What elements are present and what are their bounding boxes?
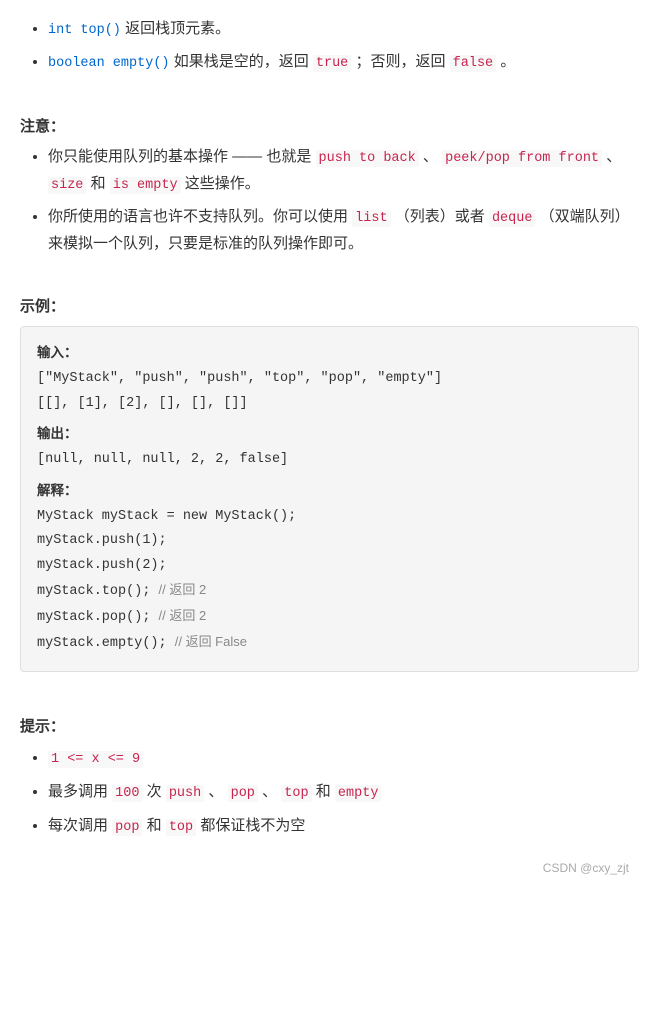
watermark: CSDN @cxy_zjt [20, 861, 639, 875]
hint-3-text1: 每次调用 [48, 817, 112, 834]
top-bullet-1-text: 返回栈顶元素。 [125, 20, 230, 37]
explain-line-1: MyStack myStack = new MyStack(); [37, 505, 622, 529]
deque-code: deque [489, 210, 536, 227]
note-item-2: 你所使用的语言也许不支持队列。你可以使用 list （列表）或者 deque （… [48, 204, 639, 256]
output-label: 输出： [37, 422, 622, 448]
page-container: int top() 返回栈顶元素。 boolean empty() 如果栈是空的… [0, 0, 659, 895]
note-title: 注意： [20, 115, 639, 136]
explain-line-4: myStack.top(); // 返回 2 [37, 578, 622, 604]
explain-label: 解释： [37, 479, 622, 505]
top-bullet-1: int top() 返回栈顶元素。 [48, 16, 639, 43]
top-bullet-2-text1: 如果栈是空的，返回 [174, 53, 313, 70]
example-code-block: 输入： ["MyStack", "push", "push", "top", "… [20, 326, 639, 672]
note-1-text2: 、 [423, 148, 438, 165]
note-list: 你只能使用队列的基本操作 —— 也就是 push to back 、 peek/… [20, 144, 639, 256]
comment-1: // 返回 2 [159, 582, 207, 597]
hint-3-top: top [166, 819, 196, 836]
note-2-text2: （列表）或者 [395, 208, 485, 225]
input-label: 输入： [37, 341, 622, 367]
example-title: 示例： [20, 295, 639, 316]
hint-item-3: 每次调用 pop 和 top 都保证栈不为空 [48, 812, 639, 840]
hint-list: 1 <= x <= 9 最多调用 100 次 push 、 pop 、 top … [20, 744, 639, 841]
is-empty-code: is empty [110, 177, 181, 194]
peek-pop-code: peek/pop from front [442, 150, 602, 167]
hint-1-code: 1 <= x <= 9 [48, 751, 143, 768]
hint-item-1: 1 <= x <= 9 [48, 744, 639, 772]
top-bullet-2-text3: 。 [500, 53, 515, 70]
note-item-1: 你只能使用队列的基本操作 —— 也就是 push to back 、 peek/… [48, 144, 639, 198]
push-to-back-code: push to back [316, 150, 419, 167]
explain-line-2: myStack.push(1); [37, 529, 622, 553]
explain-line-3: myStack.push(2); [37, 554, 622, 578]
hint-2-pop: pop [228, 785, 258, 802]
hint-2-empty: empty [335, 785, 382, 802]
hint-2-sep1: 、 [208, 783, 223, 800]
top-bullet-2-text2: ；否则，返回 [355, 53, 445, 70]
hint-2-sep2: 、 [262, 783, 277, 800]
top-bullet-2: boolean empty() 如果栈是空的，返回 true ；否则，返回 fa… [48, 49, 639, 76]
explain-line-5: myStack.pop(); // 返回 2 [37, 604, 622, 630]
top-bullets-list: int top() 返回栈顶元素。 boolean empty() 如果栈是空的… [20, 16, 639, 76]
note-1-text5: 这些操作。 [185, 175, 260, 192]
hint-item-2: 最多调用 100 次 push 、 pop 、 top 和 empty [48, 778, 639, 806]
int-top-code: int top() [48, 23, 121, 38]
hint-3-text2: 和 [147, 817, 166, 834]
list-code: list [352, 210, 390, 227]
true-code: true [313, 55, 351, 72]
note-1-text4: 和 [91, 175, 110, 192]
explain-line-6: myStack.empty(); // 返回 False [37, 630, 622, 656]
hint-3-text3: 都保证栈不为空 [200, 817, 305, 834]
hint-title: 提示： [20, 715, 639, 736]
comment-3: // 返回 False [175, 634, 247, 649]
hint-2-100: 100 [112, 785, 142, 802]
hint-2-text1: 最多调用 [48, 783, 112, 800]
size-code: size [48, 177, 86, 194]
input-line2: [[], [1], [2], [], [], []] [37, 392, 622, 416]
hint-2-push: push [166, 785, 204, 802]
comment-2: // 返回 2 [159, 608, 207, 623]
hint-3-pop: pop [112, 819, 142, 836]
hint-2-top: top [281, 785, 311, 802]
hint-2-text2: 次 [147, 783, 166, 800]
note-1-text3: 、 [606, 148, 621, 165]
false-code: false [450, 55, 497, 72]
boolean-empty-code: boolean empty() [48, 56, 170, 71]
note-2-text1: 你所使用的语言也许不支持队列。你可以使用 [48, 208, 352, 225]
note-1-text1: 你只能使用队列的基本操作 —— 也就是 [48, 148, 316, 165]
input-line1: ["MyStack", "push", "push", "top", "pop"… [37, 367, 622, 391]
hint-2-text3: 和 [316, 783, 335, 800]
output-line1: [null, null, null, 2, 2, false] [37, 448, 622, 472]
